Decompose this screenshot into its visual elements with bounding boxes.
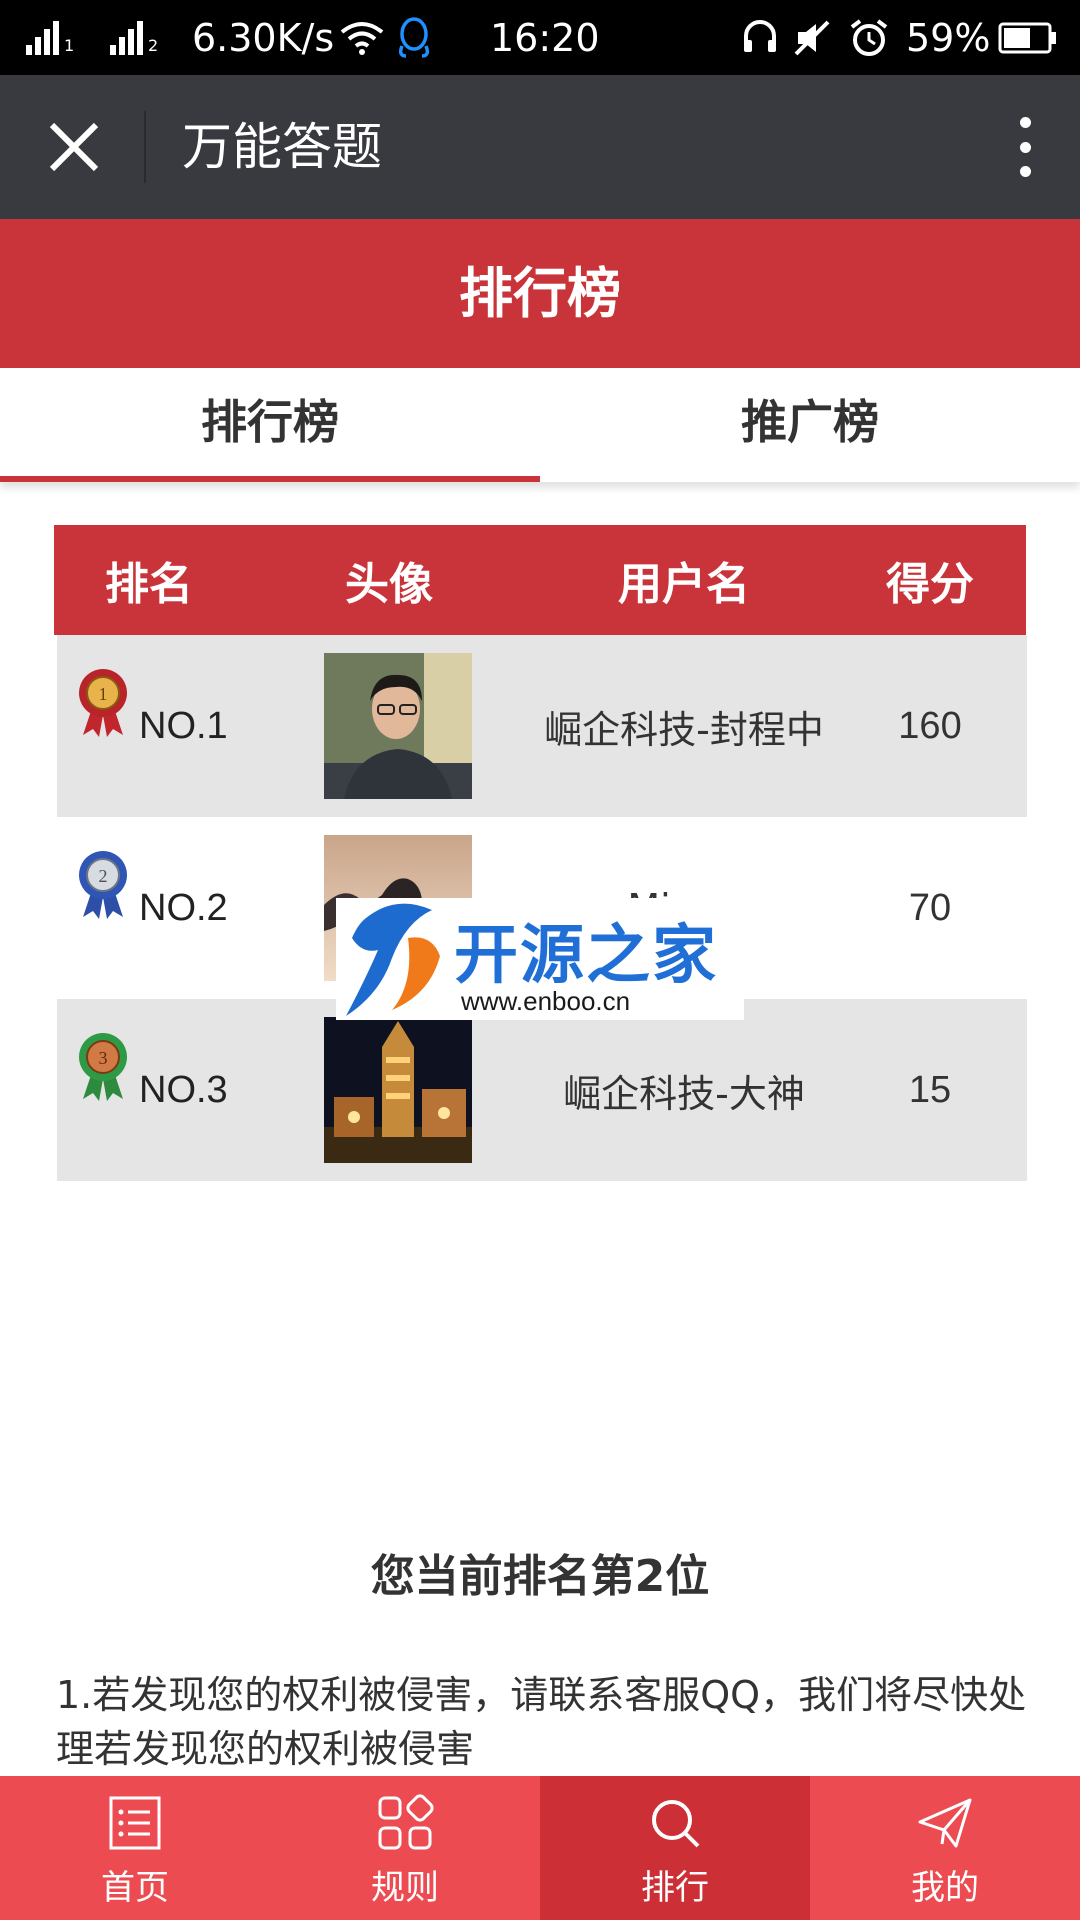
notice-text: 1.若发现您的权利被侵害，请联系客服QQ，我们将尽快处理若发现您的权利被侵害	[56, 1673, 1027, 1771]
nav-rules-label: 规则	[371, 1868, 439, 1908]
close-icon[interactable]	[44, 117, 104, 177]
signal-icon-sim1: 1	[26, 0, 74, 75]
watermark-name: 开源之家	[454, 919, 718, 993]
clock-time: 16:20	[490, 15, 600, 60]
tab-promotion[interactable]: 推广榜	[540, 368, 1080, 482]
battery-icon	[998, 0, 1058, 75]
mute-icon	[792, 0, 832, 75]
bronze-medal-icon: 3	[79, 1033, 127, 1101]
headset-icon	[740, 0, 780, 75]
wifi-icon	[340, 0, 384, 75]
header-score: 得分	[886, 559, 974, 610]
app-bar: 万能答题	[0, 75, 1080, 219]
nav-home[interactable]: 首页	[0, 1776, 270, 1920]
ranking-table: 排名 头像 用户名 得分 1 NO.1 崛企科技-封程中 160 2 NO.2 …	[54, 525, 1027, 1181]
list-icon	[109, 1796, 161, 1850]
app-title: 万能答题	[182, 118, 382, 176]
table-header: 排名 头像 用户名 得分	[54, 525, 1026, 635]
table-row: 3 NO.3 崛企科技-大神 15	[57, 999, 1027, 1181]
qq-icon	[394, 0, 434, 75]
nav-mine-label: 我的	[911, 1868, 979, 1908]
gold-medal-icon: 1	[79, 669, 127, 737]
search-icon	[652, 1800, 700, 1848]
rank-label: NO.1	[139, 705, 228, 747]
header-avatar: 头像	[345, 559, 433, 610]
alarm-icon	[848, 0, 890, 75]
header-username: 用户名	[618, 559, 750, 610]
send-icon	[918, 1798, 972, 1848]
signal-icon-sim2: 2	[110, 0, 158, 75]
silver-medal-icon: 2	[79, 851, 127, 919]
network-speed: 6.30K/s	[192, 15, 335, 60]
bottom-nav: 首页 规则 排行 我的	[0, 1776, 1080, 1920]
nav-mine[interactable]: 我的	[810, 1776, 1080, 1920]
score: 70	[908, 886, 952, 929]
watermark: 开源之家 www.enboo.cn	[336, 898, 744, 1020]
avatar	[324, 653, 472, 799]
table-row: 1 NO.1 崛企科技-封程中 160	[57, 635, 1027, 817]
grid-icon	[378, 1794, 434, 1850]
username: 崛企科技-封程中	[544, 707, 824, 752]
watermark-logo-icon	[346, 903, 440, 1016]
battery-level: 59%	[906, 15, 991, 60]
watermark-url: www.enboo.cn	[461, 986, 631, 1016]
avatar	[324, 1017, 472, 1163]
tab-leaderboard[interactable]: 排行榜	[0, 368, 540, 482]
app-bar-divider	[144, 111, 146, 183]
svg-text:1: 1	[99, 684, 108, 704]
username: 崛企科技-大神	[563, 1071, 805, 1116]
page-banner: 排行榜	[0, 219, 1080, 368]
svg-text:3: 3	[99, 1048, 108, 1068]
tab-bar: 排行榜 推广榜	[0, 368, 1080, 482]
status-bar: 1 2 6.30K/s 16:20 59%	[0, 0, 1080, 75]
nav-rules[interactable]: 规则	[270, 1776, 540, 1920]
svg-text:2: 2	[99, 866, 108, 886]
rank-label: NO.2	[139, 887, 228, 929]
rank-label: NO.3	[139, 1069, 228, 1111]
score: 15	[908, 1068, 952, 1111]
current-rank-text: 您当前排名第2位	[370, 1551, 710, 1602]
nav-home-label: 首页	[101, 1868, 169, 1908]
more-options-icon[interactable]	[1010, 117, 1040, 177]
score: 160	[898, 704, 962, 747]
nav-ranking-label: 排行	[641, 1868, 709, 1908]
nav-ranking[interactable]: 排行	[540, 1776, 810, 1920]
header-rank: 排名	[105, 559, 193, 610]
